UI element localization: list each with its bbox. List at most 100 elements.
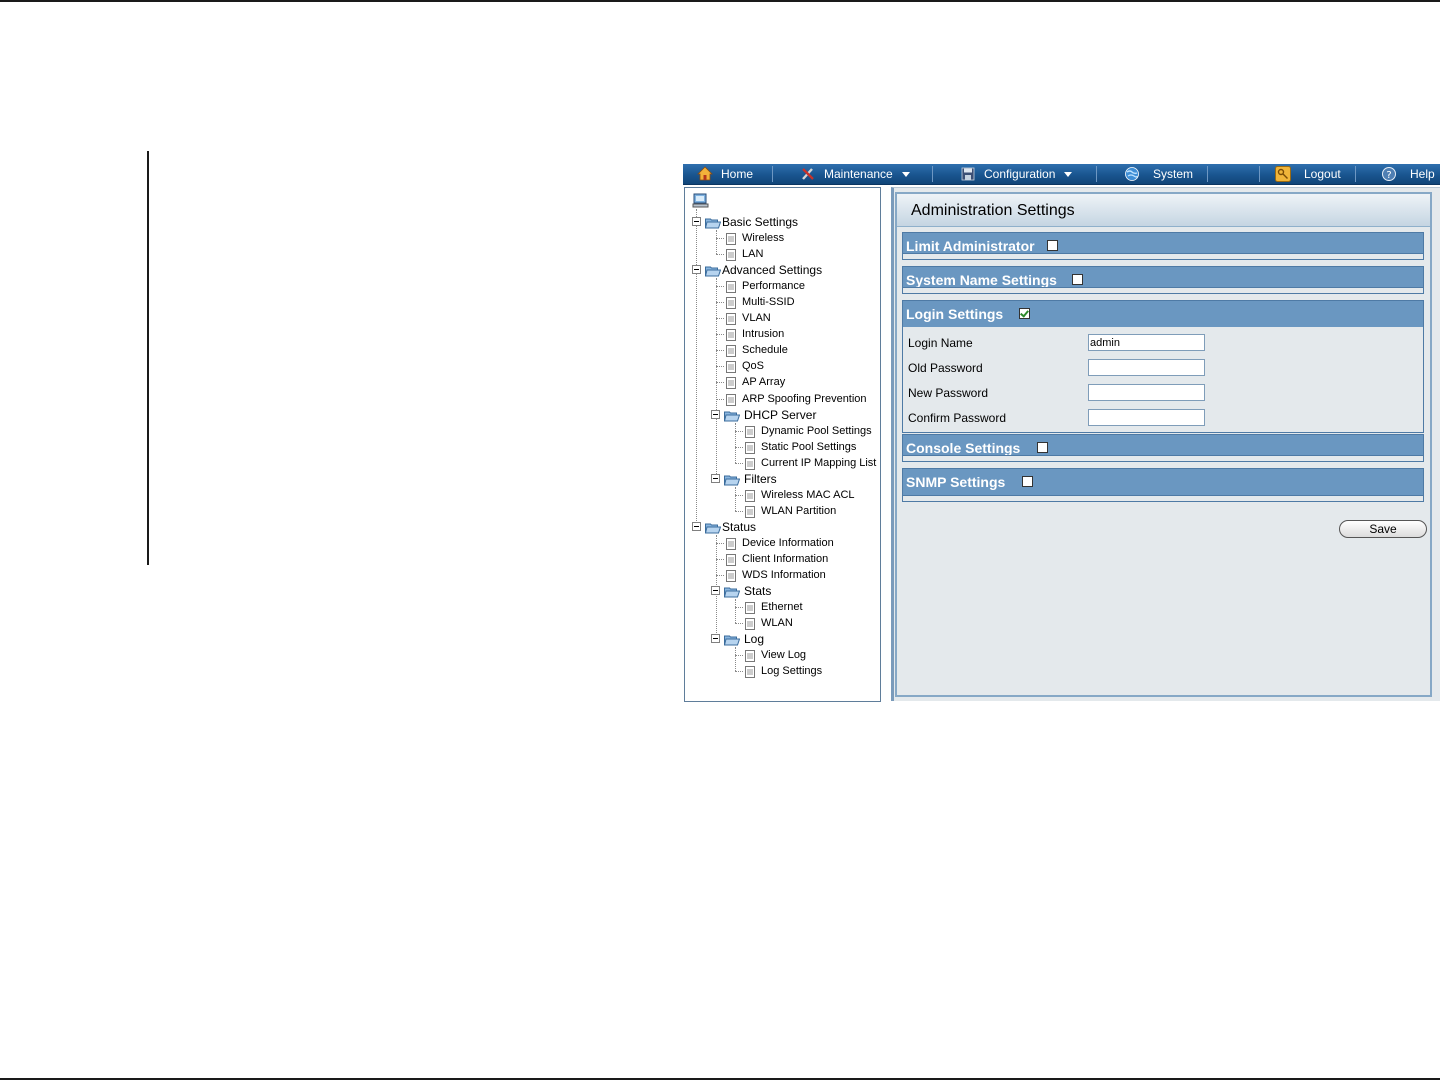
nav-separator [932,166,933,182]
tree-connector [716,254,724,255]
tree-connector [716,350,724,351]
folder-open-icon [723,633,741,646]
tree-item-wireless[interactable]: Wireless [726,230,784,246]
tools-icon [800,166,816,182]
nav-system[interactable]: System [1124,164,1193,184]
tree-folder-filters[interactable]: Filters [723,471,777,487]
tree-item-multi-ssid[interactable]: Multi-SSID [726,294,795,310]
collapse-toggle[interactable] [692,265,701,274]
collapse-toggle[interactable] [692,217,701,226]
tree-folder-advanced-settings[interactable]: Advanced Settings [704,262,822,278]
document-icon [726,312,736,325]
tree-connector [735,647,736,671]
snmp-settings-checkbox[interactable] [1022,476,1033,487]
tree-item-lan[interactable]: LAN [726,246,763,262]
system-name-settings-checkbox[interactable] [1072,274,1083,285]
section-title: System Name Settings [906,272,1057,288]
save-button[interactable]: Save [1339,520,1427,538]
tree-item-wireless-mac-acl[interactable]: Wireless MAC ACL [745,487,855,503]
tree-item-view-log[interactable]: View Log [745,647,806,663]
tree-item-wds-information[interactable]: WDS Information [726,567,826,583]
nav-home[interactable]: Home [697,164,753,184]
nav-separator [1355,166,1356,182]
tree-connector [716,230,717,254]
nav-logout-label: Logout [1304,167,1341,181]
collapse-toggle[interactable] [711,586,720,595]
computer-icon [692,193,710,214]
collapse-toggle[interactable] [692,522,701,531]
nav-configuration[interactable]: Configuration [960,164,1073,184]
tree-folder-status[interactable]: Status [704,519,756,535]
tree-connector [716,302,724,303]
collapse-toggle[interactable] [711,410,720,419]
tree-item-performance[interactable]: Performance [726,278,805,294]
document-icon [726,393,736,406]
nav-logout[interactable]: Logout [1275,164,1341,184]
document-icon [726,232,736,245]
tree-connector [716,382,724,383]
tree-connector [735,463,743,464]
tree-item-device-information[interactable]: Device Information [726,535,834,551]
tree-item-arp-spoofing-prevention[interactable]: ARP Spoofing Prevention [726,391,867,407]
section-divider [903,287,1423,293]
nav-configuration-label: Configuration [984,167,1056,181]
nav-maintenance-label: Maintenance [824,167,893,181]
tree-connector [696,209,697,527]
tree-item-static-pool-settings[interactable]: Static Pool Settings [745,439,856,455]
tree-item-qos[interactable]: QoS [726,358,764,374]
document-icon [726,248,736,261]
section-divider [903,495,1423,501]
key-icon [1275,166,1291,182]
nav-home-label: Home [721,167,754,181]
folder-open-icon [723,409,741,422]
folder-open-icon [704,216,722,229]
nav-maintenance[interactable]: Maintenance [800,164,910,184]
tree-item-dynamic-pool-settings[interactable]: Dynamic Pool Settings [745,423,872,439]
document-icon [726,328,736,341]
tree-folder-dhcp-server[interactable]: DHCP Server [723,407,816,423]
document-icon [745,489,755,502]
tree-item-ethernet[interactable]: Ethernet [745,599,803,615]
tree-connector [735,607,743,608]
document-icon [745,601,755,614]
new-password-input[interactable] [1088,384,1205,401]
new-password-label: New Password [908,386,989,400]
tree-item-schedule[interactable]: Schedule [726,342,788,358]
tree-item-vlan[interactable]: VLAN [726,310,771,326]
console-settings-checkbox[interactable] [1037,442,1048,453]
tree-item-ap-array[interactable]: AP Array [726,374,785,390]
login-settings-checkbox[interactable] [1019,308,1030,319]
section-title: SNMP Settings [906,474,1006,490]
section-title: Limit Administrator [906,238,1035,254]
tree-connector [716,278,717,480]
tree-connector [716,286,724,287]
home-icon [697,166,713,182]
tree-connector [716,238,724,239]
tree-folder-stats[interactable]: Stats [723,583,771,599]
folder-open-icon [704,264,722,277]
tree-item-intrusion[interactable]: Intrusion [726,326,784,342]
tree-item-current-ip-mapping-list[interactable]: Current IP Mapping List [745,455,876,471]
tree-item-wlan[interactable]: WLAN [745,615,793,631]
tree-connector [716,559,724,560]
tree-item-client-information[interactable]: Client Information [726,551,828,567]
collapse-toggle[interactable] [711,634,720,643]
old-password-input[interactable] [1088,359,1205,376]
tree-folder-basic-settings[interactable]: Basic Settings [704,214,798,230]
confirm-password-input[interactable] [1088,409,1205,426]
document-icon [726,296,736,309]
document-icon [726,537,736,550]
page-title: Administration Settings [911,202,1075,219]
tree-connector [716,575,724,576]
section-limit-administrator: Limit Administrator [902,232,1424,260]
globe-icon [1124,166,1140,182]
tree-folder-log[interactable]: Log [723,631,764,647]
limit-administrator-checkbox[interactable] [1047,240,1058,251]
nav-separator [1259,166,1260,182]
login-name-input[interactable] [1088,334,1205,351]
nav-help-label: Help [1410,167,1435,181]
nav-help[interactable]: ? Help [1381,164,1435,184]
tree-item-log-settings[interactable]: Log Settings [745,663,822,679]
collapse-toggle[interactable] [711,474,720,483]
tree-item-wlan-partition[interactable]: WLAN Partition [745,503,836,519]
